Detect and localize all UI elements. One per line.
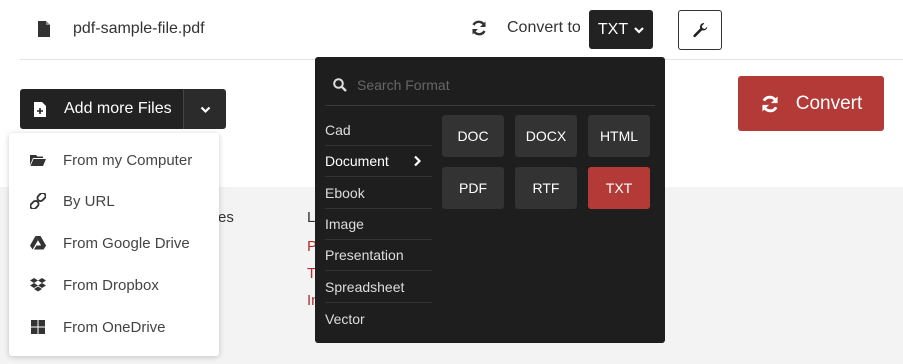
category-label: Presentation <box>325 247 404 263</box>
category-document[interactable]: Document <box>325 146 432 177</box>
menu-item-dropbox[interactable]: From Dropbox <box>9 265 219 305</box>
file-row: pdf-sample-file.pdf Convert to TXT <box>20 0 903 60</box>
category-label: Image <box>325 216 364 232</box>
menu-item-label: From Dropbox <box>63 276 159 294</box>
chevron-down-icon <box>634 26 644 34</box>
selected-format-label: TXT <box>597 20 629 38</box>
format-option-docx[interactable]: DOCX <box>515 115 577 157</box>
category-label: Cad <box>325 122 351 138</box>
convert-label: Convert <box>795 92 863 114</box>
search-icon <box>333 78 347 92</box>
category-cad[interactable]: Cad <box>325 115 432 146</box>
onedrive-icon <box>29 318 47 336</box>
add-files-label: Add more Files <box>64 100 172 117</box>
menu-item-onedrive[interactable]: From OneDrive <box>9 307 219 347</box>
settings-button[interactable] <box>678 10 722 50</box>
folder-open-icon <box>29 151 47 169</box>
format-option-doc[interactable]: DOC <box>442 115 504 157</box>
convert-button[interactable]: Convert <box>738 76 884 131</box>
file-name: pdf-sample-file.pdf <box>73 20 205 37</box>
add-files-caret-button[interactable] <box>183 89 226 129</box>
format-dropdown-button[interactable]: TXT <box>589 10 653 49</box>
category-label: Spreadsheet <box>325 279 405 295</box>
category-label: Document <box>325 153 389 169</box>
category-label: Ebook <box>325 185 365 201</box>
menu-item-label: From OneDrive <box>63 318 166 336</box>
refresh-icon <box>472 20 486 36</box>
format-search-input[interactable] <box>357 71 647 99</box>
menu-item-from-computer[interactable]: From my Computer <box>9 140 219 180</box>
menu-item-label: From Google Drive <box>63 234 190 252</box>
menu-item-label: From my Computer <box>63 151 193 169</box>
menu-item-label: By URL <box>63 192 115 210</box>
convert-to-label: Convert to <box>507 19 581 36</box>
add-files-button[interactable]: Add more Files <box>20 89 183 129</box>
format-picker-panel: Cad Document Ebook Image Presentation Sp… <box>315 57 665 343</box>
refresh-icon <box>762 95 778 112</box>
file-add-icon <box>34 101 46 117</box>
divider <box>325 105 655 106</box>
format-option-rtf[interactable]: RTF <box>515 167 577 209</box>
category-vector[interactable]: Vector <box>325 303 432 334</box>
google-drive-icon <box>29 234 47 252</box>
category-presentation[interactable]: Presentation <box>325 240 432 271</box>
category-label: Vector <box>325 310 365 327</box>
category-spreadsheet[interactable]: Spreadsheet <box>325 272 432 303</box>
menu-item-google-drive[interactable]: From Google Drive <box>9 223 219 263</box>
add-files-group: Add more Files <box>20 89 226 129</box>
file-icon <box>38 21 50 37</box>
category-image[interactable]: Image <box>325 209 432 240</box>
background-heading-1: es <box>218 209 234 226</box>
menu-item-by-url[interactable]: By URL <box>9 181 219 221</box>
add-files-menu: From my Computer By URL From Google Driv… <box>9 133 219 356</box>
format-option-html[interactable]: HTML <box>588 115 650 157</box>
dropbox-icon <box>29 276 47 294</box>
wrench-icon <box>693 23 708 38</box>
format-option-txt[interactable]: TXT <box>588 167 650 209</box>
format-option-pdf[interactable]: PDF <box>442 167 504 209</box>
chevron-right-icon <box>414 155 422 167</box>
category-ebook[interactable]: Ebook <box>325 178 432 209</box>
link-icon <box>29 192 47 210</box>
chevron-down-icon <box>200 106 210 113</box>
